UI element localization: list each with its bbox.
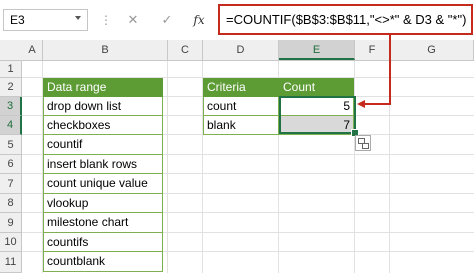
row-header-9[interactable]: 9 — [0, 213, 22, 233]
formula-bar-separator: ⋮ — [100, 13, 112, 27]
criteria-header[interactable]: Criteria — [203, 78, 279, 97]
data-range-cell[interactable]: drop down list — [43, 97, 163, 116]
row-header-5[interactable]: 5 — [0, 135, 22, 155]
data-range-header[interactable]: Data range — [43, 78, 163, 97]
count-header[interactable]: Count — [279, 78, 354, 97]
name-box[interactable]: E3 — [3, 9, 88, 31]
arrow-left-icon — [357, 100, 365, 108]
criteria-cell[interactable]: count — [203, 97, 279, 116]
column-header-b[interactable]: B — [43, 40, 168, 60]
column-header-f[interactable]: F — [355, 40, 390, 60]
data-range-cell[interactable]: countif — [43, 135, 163, 155]
chevron-down-icon[interactable] — [75, 16, 81, 20]
quick-analysis-icon[interactable] — [355, 135, 371, 151]
column-header-a[interactable]: A — [22, 40, 43, 60]
column-header-g[interactable]: G — [390, 40, 474, 60]
enter-icon[interactable]: ✓ — [158, 9, 176, 31]
row-header-1[interactable]: 1 — [0, 61, 22, 78]
row-header-11[interactable]: 11 — [0, 252, 22, 273]
column-header-d[interactable]: D — [203, 40, 279, 60]
row-header-8[interactable]: 8 — [0, 194, 22, 213]
column-header-c[interactable]: C — [168, 40, 203, 60]
formula-text: =COUNTIF($B$3:$B$11,"<>*" & D3 & "*") — [226, 12, 467, 27]
row-header-6[interactable]: 6 — [0, 155, 22, 174]
data-range-cell[interactable]: count unique value — [43, 174, 163, 194]
selection-outline — [279, 96, 356, 134]
column-header-e[interactable]: E — [279, 40, 355, 60]
name-box-value: E3 — [10, 13, 25, 27]
gridline — [354, 61, 355, 273]
row-header-2[interactable]: 2 — [0, 78, 22, 97]
gridline — [167, 61, 168, 273]
insert-function-icon[interactable]: fx — [190, 9, 208, 31]
data-range-cell[interactable]: milestone chart — [43, 213, 163, 233]
row-header-4[interactable]: 4 — [0, 116, 22, 135]
data-range-cell[interactable]: checkboxes — [43, 116, 163, 135]
column-header-bar: A B C D E F G — [0, 40, 474, 61]
row-header-7[interactable]: 7 — [0, 174, 22, 194]
data-range-cell[interactable]: countblank — [43, 252, 163, 272]
row-header-10[interactable]: 10 — [0, 233, 22, 252]
row-header-3[interactable]: 3 — [0, 97, 22, 116]
annotation-arrow-line — [364, 103, 391, 105]
data-range-cell[interactable]: countifs — [43, 233, 163, 252]
criteria-cell[interactable]: blank — [203, 116, 279, 135]
cancel-icon[interactable]: ✕ — [124, 9, 142, 31]
data-range-cell[interactable]: insert blank rows — [43, 155, 163, 174]
annotation-arrow-line — [389, 34, 391, 104]
formula-bar-area: E3 ⋮ ✕ ✓ fx =COUNTIF($B$3:$B$11,"<>*" & … — [0, 0, 474, 38]
formula-input[interactable]: =COUNTIF($B$3:$B$11,"<>*" & D3 & "*") — [218, 4, 473, 35]
data-range-cell[interactable]: vlookup — [43, 194, 163, 213]
